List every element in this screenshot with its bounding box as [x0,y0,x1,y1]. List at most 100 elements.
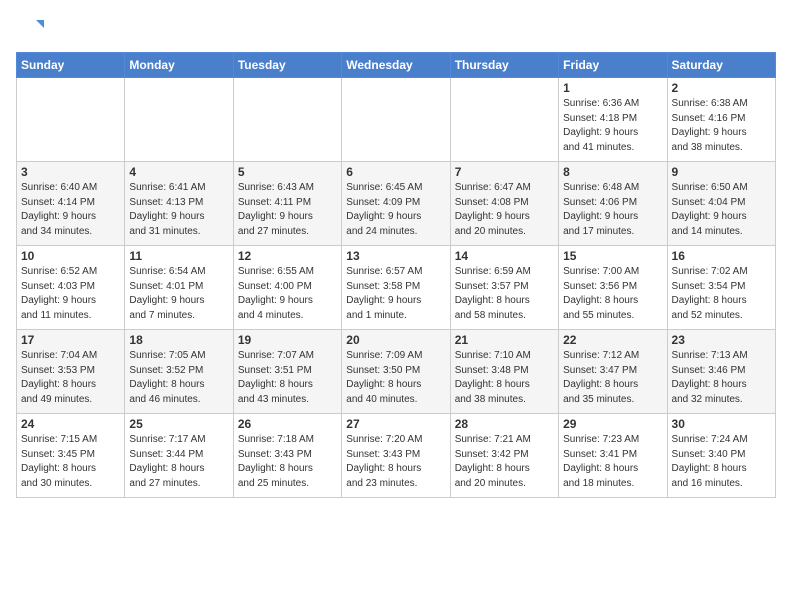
day-number: 19 [238,333,337,347]
day-detail: Sunrise: 6:50 AM Sunset: 4:04 PM Dayligh… [672,181,771,239]
day-detail: Sunrise: 6:47 AM Sunset: 4:08 PM Dayligh… [455,181,554,239]
day-number: 8 [563,165,662,179]
calendar-cell: 6 Sunrise: 6:45 AM Sunset: 4:09 PM Daylig… [342,162,450,246]
day-number: 12 [238,249,337,263]
calendar-cell [125,78,233,162]
day-number: 29 [563,417,662,431]
calendar-cell: 18 Sunrise: 7:05 AM Sunset: 3:52 PM Dayli… [125,330,233,414]
day-detail: Sunrise: 7:20 AM Sunset: 3:43 PM Dayligh… [346,433,445,491]
day-detail: Sunrise: 7:07 AM Sunset: 3:51 PM Dayligh… [238,349,337,407]
day-number: 4 [129,165,228,179]
calendar-cell: 29 Sunrise: 7:23 AM Sunset: 3:41 PM Dayli… [559,414,667,498]
logo [16,16,48,44]
day-number: 16 [672,249,771,263]
day-detail: Sunrise: 7:13 AM Sunset: 3:46 PM Dayligh… [672,349,771,407]
calendar-cell: 26 Sunrise: 7:18 AM Sunset: 3:43 PM Dayli… [233,414,341,498]
calendar-cell: 7Sunrise: 6:47 AM Sunset: 4:08 PM Daylig… [450,162,558,246]
week-row-3: 17 Sunrise: 7:04 AM Sunset: 3:53 PM Dayli… [17,330,776,414]
weekday-header-wednesday: Wednesday [342,53,450,78]
day-number: 6 [346,165,445,179]
calendar-cell [17,78,125,162]
calendar-cell: 21 Sunrise: 7:10 AM Sunset: 3:48 PM Dayli… [450,330,558,414]
day-detail: Sunrise: 7:15 AM Sunset: 3:45 PM Dayligh… [21,433,120,491]
day-number: 27 [346,417,445,431]
day-detail: Sunrise: 7:21 AM Sunset: 3:42 PM Dayligh… [455,433,554,491]
calendar-cell: 24 Sunrise: 7:15 AM Sunset: 3:45 PM Dayli… [17,414,125,498]
day-number: 15 [563,249,662,263]
day-detail: Sunrise: 6:54 AM Sunset: 4:01 PM Dayligh… [129,265,228,323]
day-detail: Sunrise: 7:10 AM Sunset: 3:48 PM Dayligh… [455,349,554,407]
day-detail: Sunrise: 6:45 AM Sunset: 4:09 PM Dayligh… [346,181,445,239]
calendar-cell: 3 Sunrise: 6:40 AM Sunset: 4:14 PM Daylig… [17,162,125,246]
calendar-cell [342,78,450,162]
day-number: 28 [455,417,554,431]
weekday-header-monday: Monday [125,53,233,78]
day-detail: Sunrise: 6:38 AM Sunset: 4:16 PM Dayligh… [672,97,771,155]
calendar-cell: 12Sunrise: 6:55 AM Sunset: 4:00 PM Dayli… [233,246,341,330]
calendar-cell: 1 Sunrise: 6:36 AM Sunset: 4:18 PM Daylig… [559,78,667,162]
day-detail: Sunrise: 6:59 AM Sunset: 3:57 PM Dayligh… [455,265,554,323]
day-detail: Sunrise: 7:12 AM Sunset: 3:47 PM Dayligh… [563,349,662,407]
day-number: 14 [455,249,554,263]
page: SundayMondayTuesdayWednesdayThursdayFrid… [0,0,792,506]
calendar-cell: 20 Sunrise: 7:09 AM Sunset: 3:50 PM Dayli… [342,330,450,414]
day-number: 2 [672,81,771,95]
calendar-cell: 10Sunrise: 6:52 AM Sunset: 4:03 PM Dayli… [17,246,125,330]
weekday-header-sunday: Sunday [17,53,125,78]
day-number: 23 [672,333,771,347]
calendar-cell: 13 Sunrise: 6:57 AM Sunset: 3:58 PM Dayli… [342,246,450,330]
calendar-cell: 28 Sunrise: 7:21 AM Sunset: 3:42 PM Dayli… [450,414,558,498]
calendar-cell: 27 Sunrise: 7:20 AM Sunset: 3:43 PM Dayli… [342,414,450,498]
day-detail: Sunrise: 6:43 AM Sunset: 4:11 PM Dayligh… [238,181,337,239]
day-number: 21 [455,333,554,347]
calendar-cell: 30 Sunrise: 7:24 AM Sunset: 3:40 PM Dayli… [667,414,775,498]
day-number: 3 [21,165,120,179]
day-detail: Sunrise: 6:48 AM Sunset: 4:06 PM Dayligh… [563,181,662,239]
day-number: 30 [672,417,771,431]
day-number: 1 [563,81,662,95]
calendar-cell: 15 Sunrise: 7:00 AM Sunset: 3:56 PM Dayli… [559,246,667,330]
day-number: 5 [238,165,337,179]
day-detail: Sunrise: 6:36 AM Sunset: 4:18 PM Dayligh… [563,97,662,155]
calendar-cell: 22 Sunrise: 7:12 AM Sunset: 3:47 PM Dayli… [559,330,667,414]
week-row-0: 1 Sunrise: 6:36 AM Sunset: 4:18 PM Daylig… [17,78,776,162]
calendar-table: SundayMondayTuesdayWednesdayThursdayFrid… [16,52,776,498]
day-detail: Sunrise: 6:57 AM Sunset: 3:58 PM Dayligh… [346,265,445,323]
calendar-cell: 23 Sunrise: 7:13 AM Sunset: 3:46 PM Dayli… [667,330,775,414]
day-number: 20 [346,333,445,347]
day-detail: Sunrise: 7:05 AM Sunset: 3:52 PM Dayligh… [129,349,228,407]
day-detail: Sunrise: 7:23 AM Sunset: 3:41 PM Dayligh… [563,433,662,491]
weekday-header-thursday: Thursday [450,53,558,78]
calendar-cell: 25Sunrise: 7:17 AM Sunset: 3:44 PM Dayli… [125,414,233,498]
day-detail: Sunrise: 7:04 AM Sunset: 3:53 PM Dayligh… [21,349,120,407]
calendar-cell: 8 Sunrise: 6:48 AM Sunset: 4:06 PM Daylig… [559,162,667,246]
day-detail: Sunrise: 6:52 AM Sunset: 4:03 PM Dayligh… [21,265,120,323]
day-detail: Sunrise: 7:02 AM Sunset: 3:54 PM Dayligh… [672,265,771,323]
calendar-cell: 11 Sunrise: 6:54 AM Sunset: 4:01 PM Dayli… [125,246,233,330]
day-number: 13 [346,249,445,263]
calendar-cell: 5 Sunrise: 6:43 AM Sunset: 4:11 PM Daylig… [233,162,341,246]
weekday-header-row: SundayMondayTuesdayWednesdayThursdayFrid… [17,53,776,78]
day-detail: Sunrise: 7:18 AM Sunset: 3:43 PM Dayligh… [238,433,337,491]
day-detail: Sunrise: 7:17 AM Sunset: 3:44 PM Dayligh… [129,433,228,491]
day-detail: Sunrise: 6:41 AM Sunset: 4:13 PM Dayligh… [129,181,228,239]
calendar-cell: 17 Sunrise: 7:04 AM Sunset: 3:53 PM Dayli… [17,330,125,414]
day-detail: Sunrise: 7:09 AM Sunset: 3:50 PM Dayligh… [346,349,445,407]
calendar-cell: 2 Sunrise: 6:38 AM Sunset: 4:16 PM Daylig… [667,78,775,162]
day-number: 11 [129,249,228,263]
day-detail: Sunrise: 7:24 AM Sunset: 3:40 PM Dayligh… [672,433,771,491]
header [16,16,776,44]
logo-icon [16,16,44,44]
day-number: 24 [21,417,120,431]
day-detail: Sunrise: 7:00 AM Sunset: 3:56 PM Dayligh… [563,265,662,323]
day-number: 18 [129,333,228,347]
day-number: 26 [238,417,337,431]
week-row-4: 24 Sunrise: 7:15 AM Sunset: 3:45 PM Dayli… [17,414,776,498]
weekday-header-friday: Friday [559,53,667,78]
day-number: 22 [563,333,662,347]
day-number: 17 [21,333,120,347]
calendar-cell: 4 Sunrise: 6:41 AM Sunset: 4:13 PM Daylig… [125,162,233,246]
calendar-cell: 9Sunrise: 6:50 AM Sunset: 4:04 PM Daylig… [667,162,775,246]
calendar-cell: 16 Sunrise: 7:02 AM Sunset: 3:54 PM Dayli… [667,246,775,330]
day-detail: Sunrise: 6:40 AM Sunset: 4:14 PM Dayligh… [21,181,120,239]
